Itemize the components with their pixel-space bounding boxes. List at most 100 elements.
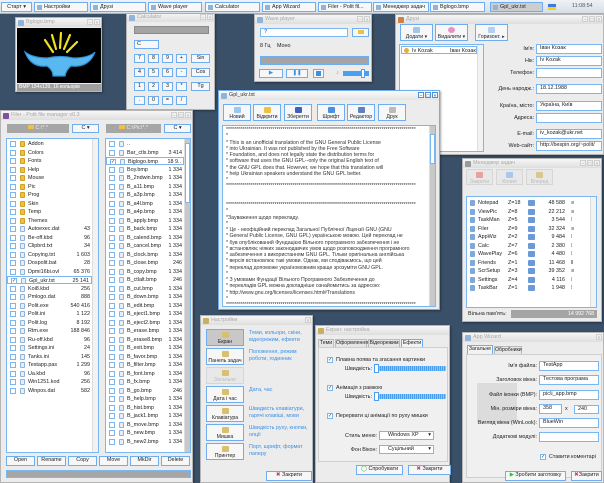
file-row[interactable]: B_apply.bmp 1 334 <box>106 217 184 225</box>
scrollbar[interactable] <box>429 126 435 306</box>
file-checkbox[interactable] <box>109 336 115 343</box>
calc-key-button[interactable]: 0 <box>148 96 159 105</box>
task-row[interactable]: ScrSetup Z=3 39 352 ≡ <box>467 267 590 275</box>
file-checkbox[interactable] <box>10 234 16 241</box>
start-button[interactable]: Старт ▾ <box>1 2 32 12</box>
title-bar[interactable]: Filer - Polit file manager v0.3– □ × <box>1 111 192 120</box>
file-checkbox[interactable] <box>109 200 115 207</box>
file-row[interactable]: B_a11.bmp 1 334 <box>106 183 184 191</box>
file-row[interactable]: Themes <box>7 217 92 225</box>
file-checkbox[interactable] <box>10 311 16 317</box>
close-icon[interactable]: × <box>94 19 100 25</box>
file-row[interactable]: Tanks.ini 145 <box>7 353 92 361</box>
file-checkbox[interactable] <box>10 345 16 351</box>
title-bar[interactable]: Друзі – □ × <box>396 15 603 24</box>
file-row[interactable]: B_help.bmp 1 334 <box>106 395 184 403</box>
taskbar-item[interactable]: Filer - Polit fil... <box>318 2 372 12</box>
slider-handle[interactable] <box>374 364 379 373</box>
settings-1-button[interactable]: Панель задач <box>206 348 244 365</box>
file-row[interactable]: Polit.log 8 192 <box>7 319 92 327</box>
task-row[interactable]: TaskBar Z=1 1 948 ⁞ <box>467 284 590 292</box>
file-row[interactable]: B_go.bmp 246 <box>106 387 184 395</box>
file-checkbox[interactable] <box>10 379 16 385</box>
file-row[interactable]: B_erase8.bmp 1 334 <box>106 336 184 344</box>
settings-5-button[interactable]: Мишка <box>206 424 244 441</box>
window-bg-select[interactable]: Суцільний ▾ <box>379 445 434 454</box>
file-row[interactable]: B_clock.bmp 1 334 <box>106 251 184 259</box>
file-row[interactable]: Help <box>7 166 92 174</box>
playback-progress[interactable] <box>260 56 369 65</box>
file-row[interactable]: Ru-off.kbd 96 <box>7 336 92 344</box>
file-row[interactable]: Polit.ini 1 122 <box>7 310 92 318</box>
task-row[interactable]: Filer Z=9 32 324 ≡ <box>467 225 590 233</box>
settings-6-button[interactable]: Принтер <box>206 443 244 460</box>
file-checkbox[interactable] <box>10 387 16 394</box>
layout-button[interactable]: Горизонт. ▸ <box>475 24 508 41</box>
file-checkbox[interactable] <box>109 175 115 181</box>
file-checkbox[interactable] <box>109 268 115 275</box>
task-row[interactable]: AppWiz Z=2 9 484 ⁞ <box>467 233 590 241</box>
minimize-icon[interactable]: – <box>357 16 363 22</box>
file-checkbox[interactable] <box>10 226 16 232</box>
friend-field[interactable]: Іван Козак <box>536 44 602 54</box>
file-row[interactable]: B_calend.bmp 1 334 <box>106 234 184 242</box>
file-checkbox[interactable] <box>10 200 16 207</box>
file-row[interactable]: Dpmi16bi.ovl 65 376 <box>7 268 92 276</box>
fade-checkbox[interactable]: ✓ <box>327 357 333 363</box>
tab-appearance[interactable]: Оформлення <box>335 339 368 347</box>
screen-close-button[interactable]: ✖ Закрити <box>408 465 451 475</box>
file-checkbox[interactable] <box>109 294 115 300</box>
file-checkbox[interactable] <box>109 277 115 283</box>
calc-key-button[interactable]: 4 <box>134 68 145 77</box>
friend-field[interactable]: iv_kozak@ukr.net <box>536 129 602 139</box>
file-row[interactable]: B_jack1.bmp 1 334 <box>106 412 184 420</box>
file-row[interactable]: B_hist.bmp 1 334 <box>106 404 184 412</box>
file-row[interactable]: B_exit.bmp 1 334 <box>106 344 184 352</box>
calc-key-button[interactable]: 5 <box>148 68 159 77</box>
menu-style-select[interactable]: Windows XP ▾ <box>379 431 434 440</box>
play-button[interactable]: ▶ <box>259 69 283 78</box>
file-row[interactable]: B_a4p.bmp 1 334 <box>106 208 184 216</box>
file-checkbox[interactable] <box>109 311 115 317</box>
close-icon[interactable]: × <box>305 317 311 323</box>
close-icon[interactable]: × <box>364 16 370 22</box>
taskbar-item[interactable]: Bglogo.bmp <box>430 2 485 12</box>
file-row[interactable]: Pic <box>7 183 92 191</box>
wave-file-field[interactable]: ? <box>260 28 348 37</box>
tab-general[interactable]: Загальне <box>467 345 493 354</box>
task-row[interactable]: Settings Z=4 4 116 ⁞ <box>467 276 590 284</box>
file-checkbox[interactable] <box>10 209 16 215</box>
frame-animation-checkbox[interactable]: ✓ <box>327 385 333 391</box>
tab-themes[interactable]: Теми <box>318 339 334 347</box>
file-checkbox[interactable] <box>10 166 16 173</box>
minimize-icon[interactable]: – <box>171 112 177 118</box>
calc-key-button[interactable]: = <box>162 96 173 105</box>
taskbar-item[interactable]: Друзі <box>90 2 146 12</box>
fade-speed-slider[interactable] <box>374 364 446 373</box>
file-row[interactable]: B_back.bmp 1 334 <box>106 225 184 233</box>
toolbar-button[interactable]: Зберегти <box>284 104 312 121</box>
friend-field[interactable]: 18.12.1988 <box>536 84 602 94</box>
toolbar-button[interactable]: Відкрити <box>253 104 281 121</box>
file-checkbox[interactable] <box>10 336 16 343</box>
scrollbar[interactable] <box>477 45 483 151</box>
left-file-list[interactable]: Addon Colors Fonts Help Mouse Pic Prog Skin Temp… <box>6 138 99 453</box>
file-row[interactable]: Autoexec.dat 43 <box>7 225 92 233</box>
calc-key-button[interactable]: / <box>176 96 187 105</box>
title-bar[interactable]: Настройки × <box>201 316 312 325</box>
minimize-icon[interactable]: – <box>200 14 206 20</box>
title-bar[interactable]: Gpl_ukr.txt – □ × <box>219 91 439 100</box>
pause-button[interactable]: ❚❚ <box>286 69 308 78</box>
file-row[interactable]: Polit.exe 540 416 <box>7 302 92 310</box>
file-row[interactable]: B_2ndwin.bmp 1 334 <box>106 174 184 182</box>
file-row[interactable]: ✓ Gpl_ukr.txt 25 141 <box>7 276 92 284</box>
file-row[interactable]: Pmlogo.dat 888 <box>7 293 92 301</box>
file-checkbox[interactable] <box>109 413 115 419</box>
minimize-icon[interactable]: – <box>580 160 586 166</box>
calc-key-button[interactable]: 7 <box>134 54 145 63</box>
minimize-icon[interactable]: – <box>582 16 588 22</box>
file-checkbox[interactable] <box>10 302 16 309</box>
calc-key-button[interactable]: 8 <box>148 54 159 63</box>
delete-friend-button[interactable]: Видалити ▾ <box>435 24 468 41</box>
file-row[interactable]: Winpos.dat 582 <box>7 387 92 395</box>
